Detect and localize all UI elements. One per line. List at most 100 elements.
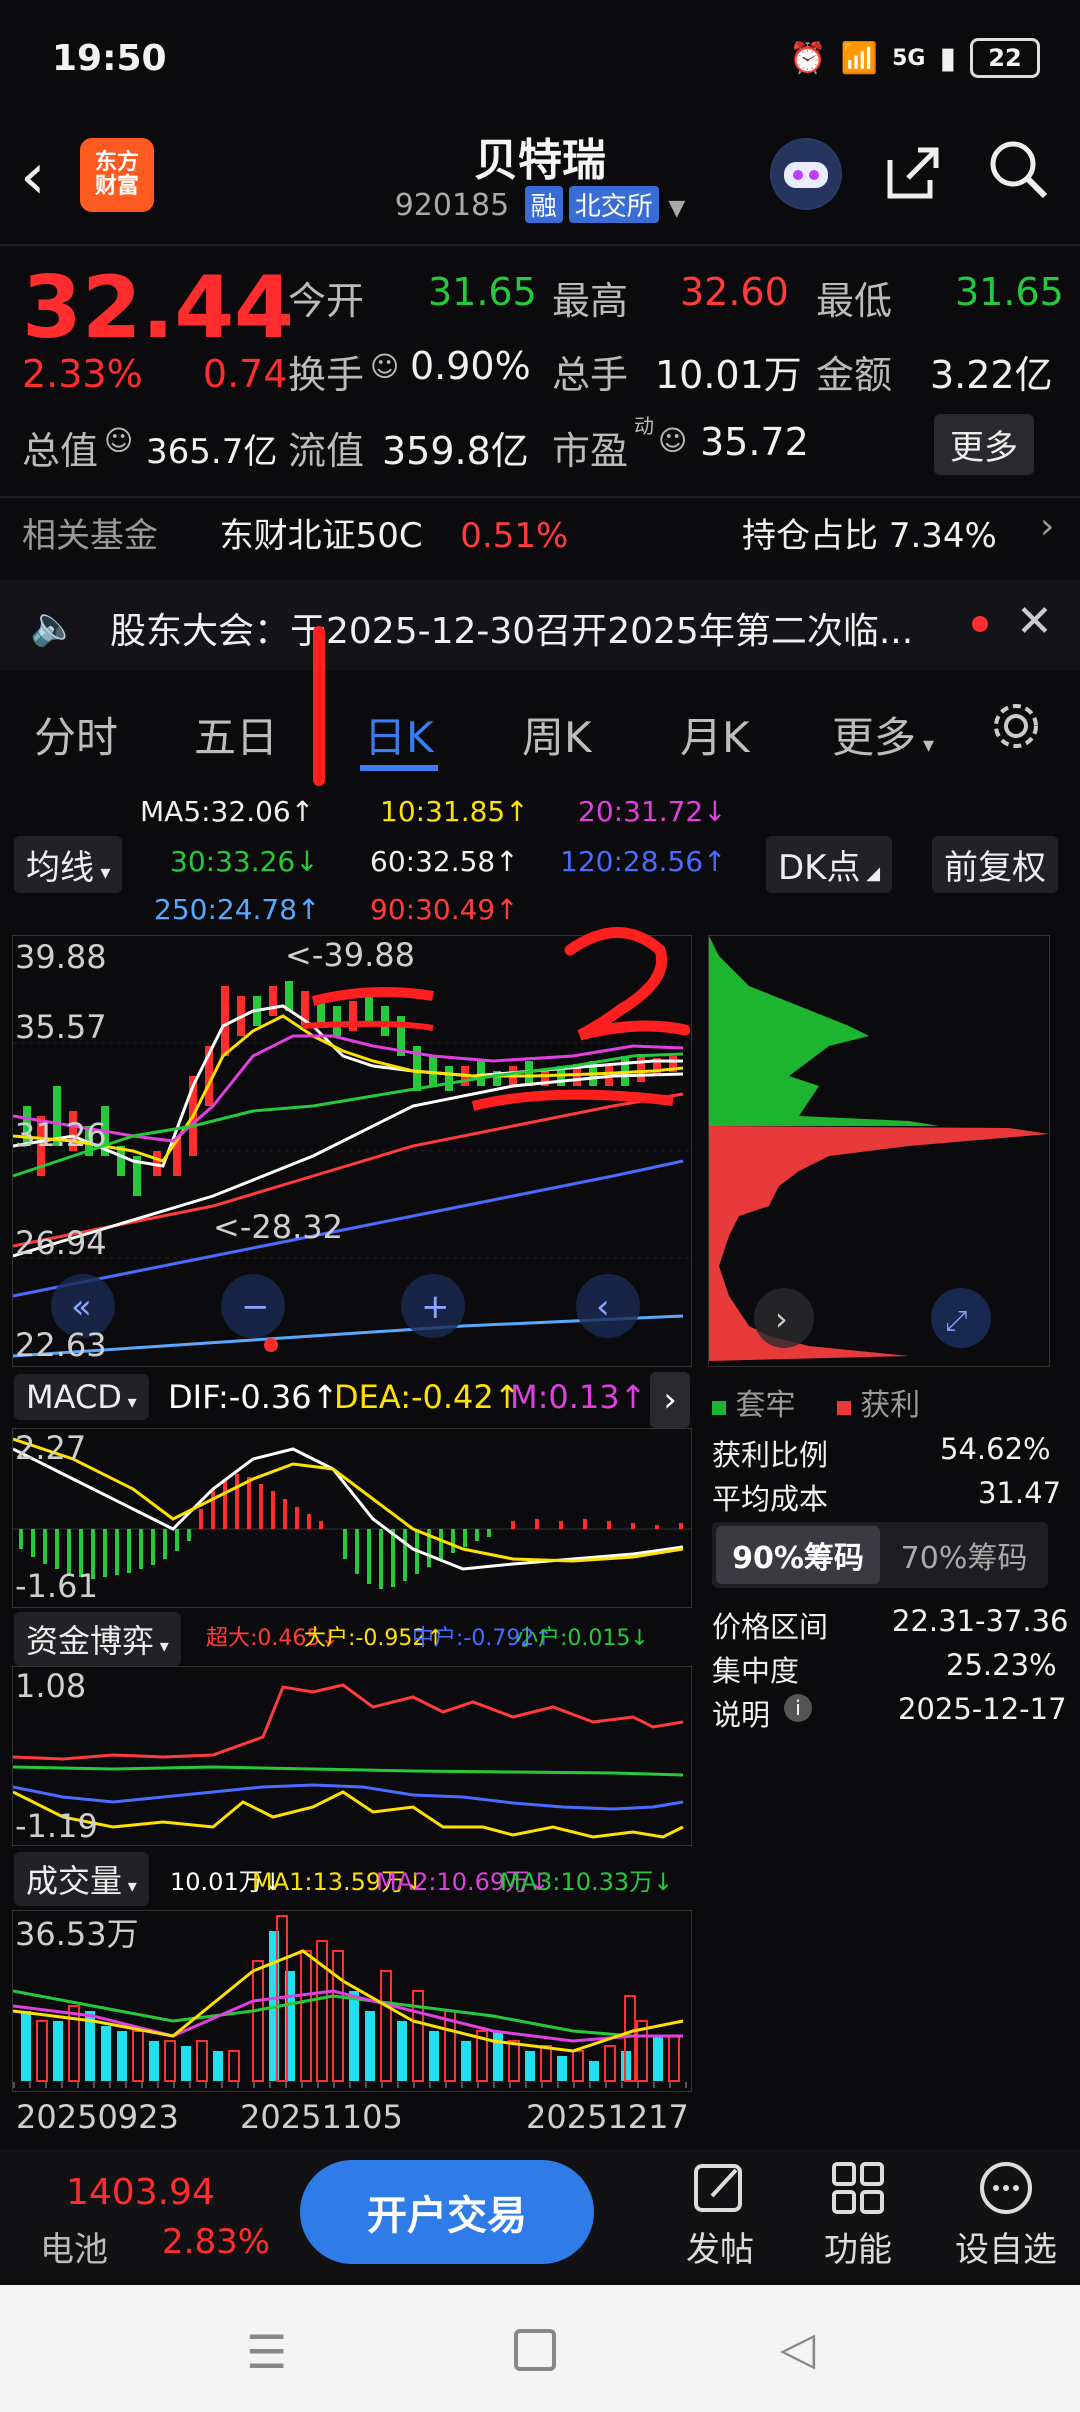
svg-text:⤢: ⤢ bbox=[945, 1304, 967, 1337]
ma20-value: 20:31.72↓ bbox=[578, 795, 727, 828]
chevron-right-icon[interactable]: › bbox=[1040, 506, 1054, 547]
index-pct: 2.83% bbox=[162, 2222, 271, 2262]
fundflow-select-button[interactable]: 资金博弈 ▾ bbox=[14, 1612, 181, 1666]
dk-label: DK点 bbox=[778, 848, 861, 888]
bottom-toolbar: 1403.94 电池 2.83% 开户交易 发帖 功能 设自选 bbox=[0, 2150, 1080, 2280]
dk-point-button[interactable]: DK点 ◢ bbox=[766, 836, 893, 893]
macd-select-button[interactable]: MACD ▾ bbox=[14, 1374, 149, 1420]
post-button[interactable]: 发帖 bbox=[670, 2158, 770, 2271]
back-nav-icon[interactable]: ◁ bbox=[780, 2321, 815, 2375]
fundflow-panel[interactable]: 1.08 -1.19 bbox=[12, 1666, 692, 1846]
add-watchlist-button[interactable]: 设自选 bbox=[946, 2158, 1066, 2271]
profit-ratio-value: 54.62% bbox=[940, 1432, 1051, 1466]
macd-panel[interactable]: 2.27 -1.61 bbox=[12, 1428, 692, 1608]
volume-label: 成交量 bbox=[26, 1862, 123, 1900]
svg-text:+: + bbox=[421, 1287, 450, 1327]
adjust-button[interactable]: 前复权 bbox=[932, 836, 1058, 893]
pe-label: 市盈 bbox=[552, 429, 629, 473]
tab-chip-90[interactable]: 90%筹码 bbox=[716, 1526, 880, 1584]
edit-icon bbox=[694, 2164, 742, 2212]
period-tabs: 分时 五日 日K 周K 月K 更多 ▾ bbox=[0, 690, 1080, 780]
battery-icon: 22 bbox=[970, 38, 1040, 78]
avg-cost-value: 31.47 bbox=[978, 1476, 1062, 1510]
profit-ratio-label: 获利比例 bbox=[712, 1438, 829, 1472]
tab-5day[interactable]: 五日 bbox=[194, 704, 278, 765]
share-icon[interactable] bbox=[880, 140, 944, 218]
price-range-value: 22.31-37.36 bbox=[892, 1604, 1069, 1638]
macd-y-bottom: -1.61 bbox=[15, 1567, 98, 1605]
info-icon[interactable]: i bbox=[784, 1694, 812, 1722]
post-label: 发帖 bbox=[686, 2230, 754, 2270]
turnover-info-icon[interactable]: ☺ bbox=[370, 350, 399, 383]
ma-select-button[interactable]: 均线 ▾ bbox=[14, 836, 123, 893]
more-button[interactable]: 更多 bbox=[934, 414, 1034, 475]
dropdown-icon[interactable]: ▼ bbox=[668, 196, 685, 221]
tab-month-k[interactable]: 月K bbox=[680, 704, 750, 765]
fund-name: 东财北证50C bbox=[219, 516, 423, 556]
note-date: 2025-12-17 bbox=[898, 1692, 1067, 1726]
exchange-tag: 北交所 bbox=[568, 186, 659, 223]
date-label-2: 20251105 bbox=[240, 2098, 403, 2136]
chip-chart: › ⤢ bbox=[709, 936, 1049, 1366]
macd-dea: DEA:-0.42↑ bbox=[334, 1378, 521, 1416]
tab-chip-70[interactable]: 70%筹码 bbox=[884, 1526, 1044, 1584]
concentration-label: 集中度 bbox=[712, 1654, 800, 1688]
ma5-value: MA5:32.06↑ bbox=[140, 795, 315, 828]
chip-legend: 套牢 获利 bbox=[712, 1380, 920, 1424]
volume-ma3: MA3:10.33万↓ bbox=[500, 1868, 674, 1896]
open-account-trade-button[interactable]: 开户交易 bbox=[300, 2160, 594, 2264]
tab-day-k[interactable]: 日K bbox=[364, 704, 434, 765]
kline-y-4: 26.94 bbox=[15, 1224, 107, 1262]
mktcap-info-icon[interactable]: ☺ bbox=[104, 424, 133, 457]
svg-text:›: › bbox=[775, 1300, 788, 1338]
status-icons: ⏰ 📶 5G ▮ 22 bbox=[789, 38, 1040, 78]
unread-dot bbox=[972, 616, 988, 632]
chip-distribution-panel[interactable]: › ⤢ bbox=[708, 935, 1050, 1367]
float-label: 流值 bbox=[288, 429, 365, 473]
fundflow-y-top: 1.08 bbox=[15, 1667, 87, 1705]
notice-bar[interactable]: 🔈 股东大会：于2025-12-30召开2025年第二次临... ✕ bbox=[0, 580, 1080, 670]
price-range-label: 价格区间 bbox=[712, 1610, 829, 1644]
ma60-value: 60:32.58↑ bbox=[370, 845, 519, 878]
menu-nav-icon[interactable]: ☰ bbox=[246, 2325, 287, 2379]
change-pct: 2.33% bbox=[22, 352, 143, 396]
grid-icon bbox=[832, 2162, 884, 2214]
profit-swatch bbox=[836, 1401, 851, 1415]
assistant-robot-icon[interactable] bbox=[770, 138, 842, 210]
holding-value: 7.34% bbox=[888, 516, 997, 556]
expand-right-icon[interactable]: › bbox=[650, 1372, 690, 1428]
volume-select-button[interactable]: 成交量 ▾ bbox=[14, 1852, 149, 1906]
change-value: 0.74 bbox=[202, 352, 288, 396]
search-icon[interactable] bbox=[985, 136, 1051, 217]
tab-more[interactable]: 更多 ▾ bbox=[832, 704, 934, 765]
settings-gear-icon[interactable] bbox=[988, 698, 1044, 758]
mktcap-value: 365.7亿 bbox=[146, 432, 278, 472]
fundflow-chart bbox=[12, 1667, 691, 1845]
pe-info-icon[interactable]: ☺ bbox=[658, 424, 687, 457]
volume-panel[interactable]: 36.53万 bbox=[12, 1910, 692, 2092]
ma250-value: 250:24.78↑ bbox=[154, 893, 321, 926]
fundflow-small: 小户:0.015↓ bbox=[516, 1626, 649, 1651]
tab-week-k[interactable]: 周K bbox=[522, 704, 592, 765]
tab-minute[interactable]: 分时 bbox=[34, 704, 118, 765]
macd-y-top: 2.27 bbox=[15, 1429, 87, 1467]
last-price: 32.44 bbox=[22, 258, 295, 358]
holding-ratio: 持仓占比 7.34% bbox=[742, 508, 997, 557]
volume-value: 10.01万 bbox=[655, 353, 802, 397]
change-row: 2.33% 0.74 bbox=[22, 352, 288, 396]
turnover-value: 0.90% bbox=[410, 344, 531, 388]
wifi-icon: 📶 bbox=[840, 40, 879, 76]
low-value: 31.65 bbox=[955, 270, 1064, 314]
date-label-1: 20250923 bbox=[16, 2098, 179, 2136]
trap-label: 套牢 bbox=[735, 1388, 796, 1423]
function-button[interactable]: 功能 bbox=[808, 2158, 908, 2271]
holding-label: 持仓占比 bbox=[742, 516, 878, 556]
high-value: 32.60 bbox=[680, 270, 789, 314]
close-icon[interactable]: ✕ bbox=[1016, 596, 1053, 647]
fundflow-y-bottom: -1.19 bbox=[15, 1807, 98, 1845]
home-nav-icon[interactable] bbox=[514, 2329, 556, 2371]
float-value: 359.8亿 bbox=[382, 429, 529, 473]
signal-label: 5G bbox=[892, 45, 926, 71]
kline-y-2: 35.57 bbox=[15, 1008, 107, 1046]
fund-pct: 0.51% bbox=[460, 516, 569, 556]
